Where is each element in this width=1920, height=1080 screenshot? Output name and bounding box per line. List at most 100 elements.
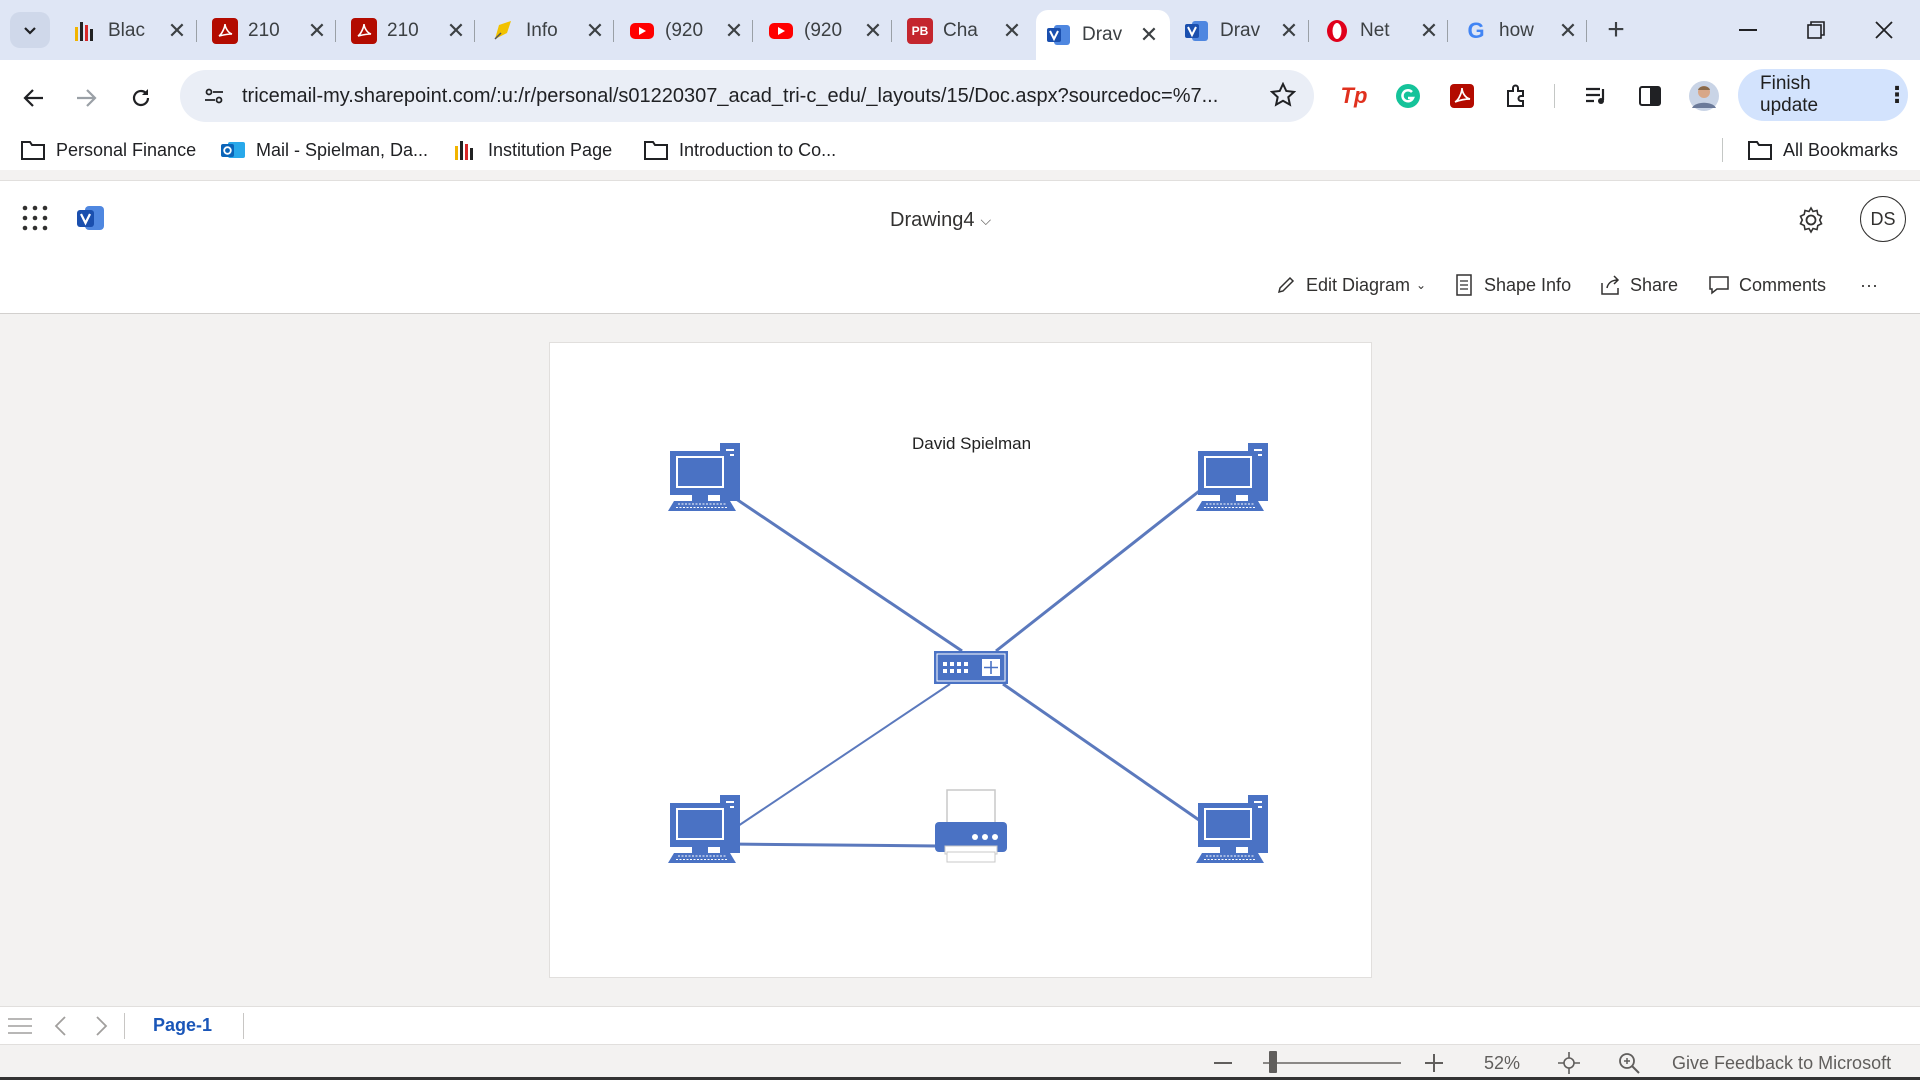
youtube-icon (629, 18, 655, 44)
browser-tab-active[interactable]: Drav ✕ (1036, 10, 1170, 60)
bookmark-label: Personal Finance (56, 139, 197, 160)
zoom-out-button[interactable] (1214, 1051, 1232, 1075)
url-text[interactable]: tricemail-my.sharepoint.com/:u:/r/person… (242, 85, 1252, 108)
tab-separator (335, 20, 336, 42)
visio-logo-icon[interactable] (76, 203, 106, 233)
comments-button[interactable]: Comments (1707, 270, 1826, 300)
app-launcher-icon[interactable] (20, 203, 50, 233)
zoom-slider-thumb[interactable] (1269, 1051, 1277, 1073)
acrobat-icon[interactable] (1444, 78, 1480, 114)
browser-tab[interactable]: G how ✕ (1453, 10, 1589, 52)
close-icon[interactable]: ✕ (1138, 22, 1160, 48)
tab-title: Drav (1220, 20, 1261, 41)
grammarly-icon[interactable] (1390, 78, 1426, 114)
extensions-icon[interactable] (1498, 78, 1534, 114)
bookmark-all-bookmarks[interactable]: All Bookmarks (1747, 130, 1898, 170)
folder-icon (1747, 139, 1773, 161)
reload-icon (132, 89, 150, 107)
browser-tab[interactable]: Drav ✕ (1174, 10, 1310, 52)
media-control-icon[interactable] (1578, 78, 1614, 114)
browser-tab[interactable]: Info ✕ (480, 10, 616, 52)
bookmark-star-icon[interactable] (1269, 81, 1297, 113)
tab-title: Blac (108, 20, 145, 41)
side-panel-icon[interactable] (1632, 78, 1668, 114)
computer-top-right[interactable] (1195, 442, 1269, 512)
pencil-note-icon (490, 18, 516, 44)
browser-tab[interactable]: 210 ✕ (341, 10, 477, 52)
more-options-button[interactable]: ··· (1860, 270, 1878, 300)
page-tab-active[interactable]: Page-1 (153, 1015, 212, 1036)
settings-gear-icon[interactable] (1796, 205, 1826, 235)
minus-icon (1214, 1062, 1232, 1064)
share-label: Share (1630, 274, 1679, 295)
zoom-slider[interactable] (1263, 1062, 1401, 1064)
bookmark-institution-page[interactable]: Institution Page (452, 130, 612, 170)
close-icon[interactable]: ✕ (862, 18, 884, 44)
close-icon[interactable]: ✕ (306, 18, 328, 44)
browser-tab[interactable]: (920 ✕ (758, 10, 894, 52)
arrow-left-icon (23, 89, 43, 107)
close-icon[interactable]: ✕ (1001, 18, 1023, 44)
new-tab-button[interactable]: + (1598, 12, 1634, 48)
bookmark-personal-finance[interactable]: Personal Finance (20, 130, 196, 170)
zoom-magnifier-icon[interactable] (1618, 1051, 1640, 1075)
folder-icon (643, 139, 669, 161)
shape-info-button[interactable]: Shape Info (1452, 270, 1571, 300)
close-icon[interactable]: ✕ (1278, 18, 1300, 44)
zoom-level[interactable]: 52% (1484, 1051, 1520, 1075)
user-avatar[interactable]: DS (1860, 196, 1906, 242)
profile-avatar-icon[interactable] (1686, 78, 1722, 114)
next-page-icon[interactable] (90, 1015, 114, 1037)
close-icon[interactable]: ✕ (723, 18, 745, 44)
tab-separator (1447, 20, 1448, 42)
edit-diagram-button[interactable]: Edit Diagram ⌄ (1274, 270, 1426, 300)
close-icon[interactable]: ✕ (584, 18, 606, 44)
finish-update-button[interactable]: Finish update ⋮ (1738, 69, 1908, 121)
zoom-in-button[interactable] (1425, 1051, 1443, 1075)
reload-button[interactable] (121, 78, 161, 118)
more-options-icon: ··· (1860, 274, 1878, 295)
site-settings-icon[interactable] (196, 78, 232, 114)
browser-tab[interactable]: 210 ✕ (202, 10, 338, 52)
finish-update-label: Finish update (1760, 73, 1819, 116)
forward-button[interactable] (66, 78, 106, 118)
fit-to-window-icon[interactable] (1558, 1051, 1580, 1075)
bookmark-introduction[interactable]: Introduction to Co... (643, 130, 836, 170)
plus-icon (1425, 1054, 1443, 1072)
tab-search-button[interactable] (10, 12, 50, 48)
document-name-dropdown[interactable]: Drawing4 ⌵ (890, 209, 991, 232)
shape-info-label: Shape Info (1484, 274, 1572, 295)
previous-page-icon[interactable] (48, 1015, 72, 1037)
outlook-icon (220, 139, 246, 161)
computer-bottom-left[interactable] (667, 794, 741, 864)
diagram-title[interactable]: David Spielman (912, 434, 1031, 454)
tab-separator (1586, 20, 1587, 42)
back-button[interactable] (14, 78, 54, 118)
computer-top-left[interactable] (667, 442, 741, 512)
close-icon[interactable]: ✕ (1418, 18, 1440, 44)
close-icon[interactable]: ✕ (445, 18, 467, 44)
tab-separator (613, 20, 614, 42)
browser-tab[interactable]: Net ✕ (1314, 10, 1450, 52)
address-bar[interactable]: tricemail-my.sharepoint.com/:u:/r/person… (180, 70, 1314, 122)
tp-extension-icon[interactable]: Tp (1336, 78, 1372, 114)
network-switch[interactable] (934, 651, 1008, 684)
tab-separator (474, 20, 475, 42)
close-icon[interactable]: ✕ (166, 18, 188, 44)
computer-bottom-right[interactable] (1195, 794, 1269, 864)
bookmark-mail[interactable]: Mail - Spielman, Da... (220, 130, 428, 170)
bar-chart-icon (452, 139, 478, 161)
browser-tab[interactable]: Blac ✕ (62, 10, 198, 52)
browser-tab[interactable]: (920 ✕ (619, 10, 755, 52)
restore-button[interactable] (1784, 8, 1848, 52)
close-window-button[interactable] (1852, 8, 1916, 52)
minimize-button[interactable] (1716, 8, 1780, 52)
google-icon: G (1467, 18, 1485, 43)
pages-list-icon[interactable] (8, 1015, 32, 1037)
share-button[interactable]: Share (1598, 270, 1678, 300)
tab-title: how (1499, 20, 1534, 41)
close-icon[interactable]: ✕ (1557, 18, 1579, 44)
browser-tab[interactable]: PB Cha ✕ (897, 10, 1033, 52)
give-feedback-link[interactable]: Give Feedback to Microsoft (1672, 1051, 1891, 1075)
chevron-down-icon (24, 27, 36, 35)
